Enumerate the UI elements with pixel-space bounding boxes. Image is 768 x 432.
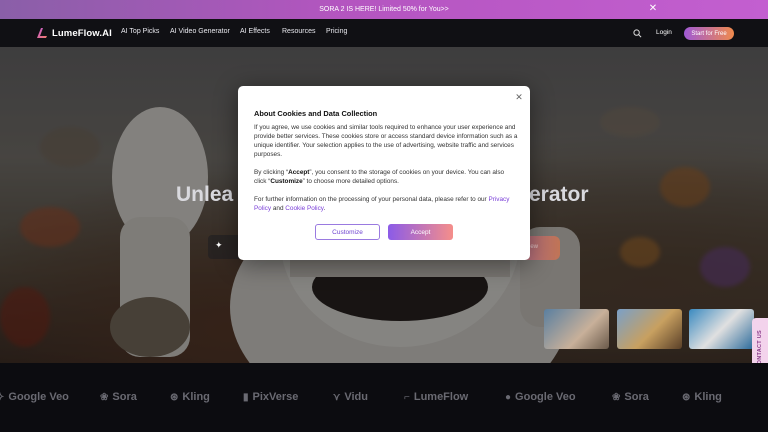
lumeflow-icon: ⌐ [404, 391, 410, 403]
logo[interactable]: LumeFlow.AI [36, 27, 112, 39]
search-icon[interactable] [633, 29, 642, 38]
nav-ai-effects[interactable]: AI Effects [240, 28, 270, 35]
model-strip: ✧ Google Veo ❀ Sora ⊛ Kling ▮ PixVerse ⋎ Vidu… [0, 363, 768, 432]
cookie-policy-link[interactable]: Cookie Policy [285, 205, 323, 212]
vidu-icon: ⋎ [333, 391, 341, 403]
pixverse-icon: ▮ [243, 391, 249, 403]
start-for-free-button[interactable]: Start for Free [684, 27, 734, 40]
customize-button[interactable]: Customize [315, 224, 380, 240]
model-item: ⊛ Kling [682, 391, 722, 403]
cookie-paragraph-1: If you agree, we use cookies and similar… [254, 124, 518, 158]
promo-text[interactable]: SORA 2 IS HERE! Limited 50% for You>> [319, 6, 449, 13]
model-item: ❀ Sora [100, 391, 137, 403]
logo-icon [37, 28, 47, 38]
model-item: ⌐ LumeFlow [404, 391, 469, 403]
nav-pricing[interactable]: Pricing [326, 28, 347, 35]
thumbnail-zebra[interactable] [689, 309, 754, 349]
cookie-dialog-title: About Cookies and Data Collection [254, 109, 378, 118]
cookie-dialog: ✕ About Cookies and Data Collection If y… [238, 86, 530, 260]
model-item: ❀ Sora [612, 391, 649, 403]
login-link[interactable]: Login [656, 29, 672, 36]
kling-icon: ⊛ [170, 391, 179, 403]
sparkle-icon: ✦ [215, 240, 223, 250]
cookie-paragraph-3: For further information on the processin… [254, 196, 510, 212]
thumbnail-astronaut[interactable] [544, 309, 609, 349]
google-veo-icon: ● [505, 391, 512, 403]
model-item: ✧ Google Veo [0, 391, 69, 403]
nav-ai-video-generator[interactable]: AI Video Generator [170, 28, 230, 35]
model-item: ⋎ Vidu [333, 391, 368, 403]
nav-resources[interactable]: Resources [282, 28, 315, 35]
sora-icon: ❀ [612, 391, 621, 403]
promo-banner[interactable]: SORA 2 IS HERE! Limited 50% for You>> ✕ [0, 0, 768, 19]
prompt-input[interactable] [208, 235, 240, 259]
page: SORA 2 IS HERE! Limited 50% for You>> ✕ … [0, 0, 768, 432]
model-item: ⊛ Kling [170, 391, 210, 403]
top-nav: LumeFlow.AI AI Top Picks AI Video Genera… [0, 19, 768, 47]
model-item: ▮ PixVerse [243, 391, 299, 403]
close-icon[interactable]: ✕ [648, 4, 658, 14]
accept-button[interactable]: Accept [388, 224, 453, 240]
model-item: ● Google Veo [505, 391, 576, 403]
google-veo-icon: ✧ [0, 391, 5, 403]
kling-icon: ⊛ [682, 391, 691, 403]
nav-ai-top-picks[interactable]: AI Top Picks [121, 28, 159, 35]
thumbnail-dog[interactable] [617, 309, 682, 349]
hero-title-right: erator [529, 183, 589, 206]
close-icon[interactable]: ✕ [514, 92, 524, 102]
sora-icon: ❀ [100, 391, 109, 403]
generate-button-label: iew [529, 244, 539, 250]
brand-name: LumeFlow.AI [52, 27, 112, 39]
cookie-paragraph-2: By clicking “Accept”, you consent to the… [254, 169, 505, 185]
hero-title-left: Unlea [176, 183, 234, 206]
